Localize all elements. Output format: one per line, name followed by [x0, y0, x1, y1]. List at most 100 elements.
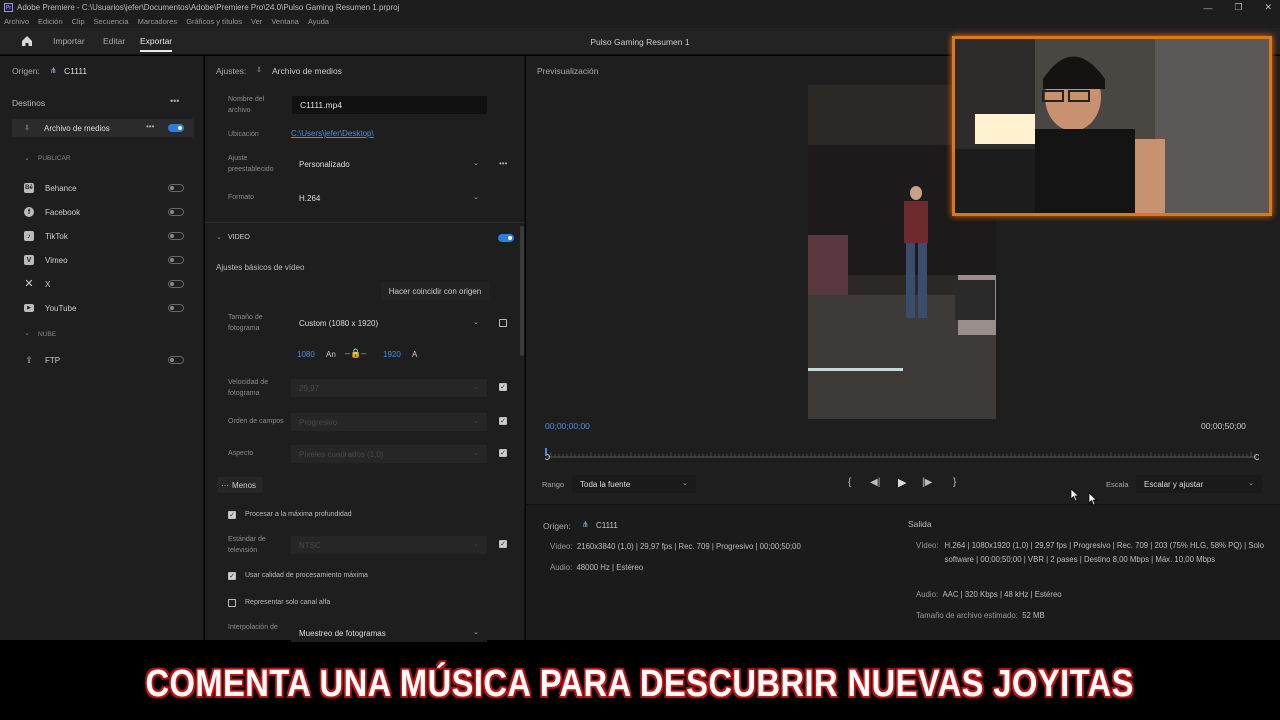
- chevron-down-icon[interactable]: ⌄: [216, 233, 222, 241]
- menu-ventana[interactable]: Ventana: [271, 17, 299, 26]
- settings-scrollbar[interactable]: [520, 226, 524, 356]
- menu-archivo[interactable]: Archivo: [4, 17, 29, 26]
- output-video-label: Vídeo:: [916, 541, 939, 550]
- timeline-ticks: [550, 452, 1252, 457]
- field-order-select[interactable]: Progresivo ⌄: [291, 413, 487, 431]
- facebook-icon: f: [24, 207, 34, 217]
- output-audio: Audio: AAC | 320 Kbps | 48 kHz | Estéreo: [916, 588, 1062, 602]
- youtube-toggle[interactable]: [168, 304, 184, 312]
- media-file-label: Archivo de medios: [44, 124, 110, 133]
- settings-label: Ajustes:: [216, 66, 247, 76]
- frame-size-select[interactable]: Custom (1080 x 1920) ⌄: [291, 314, 487, 332]
- publish-behance[interactable]: Bē Behance: [0, 180, 204, 198]
- menu-secuencia[interactable]: Secuencia: [94, 17, 129, 26]
- format-label: Formato: [228, 194, 255, 201]
- facebook-toggle[interactable]: [168, 208, 184, 216]
- range-select[interactable]: Toda la fuente ⌄: [572, 475, 696, 493]
- max-depth-checkbox[interactable]: ✓: [228, 511, 236, 519]
- cloud-ftp[interactable]: ⇪ FTP: [0, 352, 204, 370]
- ftp-toggle[interactable]: [168, 356, 184, 364]
- location-link[interactable]: C:\Users\jefer\Desktop\: [291, 129, 374, 138]
- behance-toggle[interactable]: [168, 184, 184, 192]
- aspect-select[interactable]: Píxeles cuadrados (1,0) ⌄: [291, 445, 487, 463]
- framerate-select[interactable]: 29,97 ⌄: [291, 379, 487, 397]
- field-order-checkbox[interactable]: ✓: [499, 417, 507, 425]
- maximize-button[interactable]: ❐: [1234, 2, 1242, 13]
- menu-clip[interactable]: Clip: [72, 17, 85, 26]
- scale-select[interactable]: Escalar y ajustar ⌄: [1136, 475, 1262, 493]
- video-toggle[interactable]: [498, 234, 514, 242]
- video-caption: COMENTA UNA MÚSICA PARA DESCUBRIR NUEVAS…: [0, 648, 1280, 720]
- vimeo-toggle[interactable]: [168, 256, 184, 264]
- step-forward-icon[interactable]: |▶: [922, 477, 932, 488]
- menu-ayuda[interactable]: Ayuda: [308, 17, 329, 26]
- alpha-only-checkbox[interactable]: [228, 599, 236, 607]
- publish-tiktok[interactable]: ♪ TikTok: [0, 228, 204, 246]
- lock-icon[interactable]: –🔒–: [345, 348, 366, 359]
- chevron-down-icon: ⌄: [473, 418, 479, 425]
- close-button[interactable]: ✕: [1264, 2, 1272, 13]
- frame-size-checkbox[interactable]: [499, 319, 507, 327]
- title-bar: Pr Adobe Premiere - C:\Usuarios\jefer\Do…: [0, 0, 1280, 15]
- chevron-down-icon: ⌄: [473, 541, 479, 548]
- timeline-scrubber[interactable]: [545, 448, 1259, 460]
- sequence-icon: ⋔: [50, 66, 57, 75]
- framerate-checkbox[interactable]: ✓: [499, 383, 507, 391]
- interpolation-select[interactable]: Muestreo de fotogramas ⌄: [291, 624, 487, 642]
- tv-standard-select[interactable]: NTSC ⌄: [291, 536, 487, 554]
- width-input[interactable]: 1080: [297, 350, 315, 359]
- tiktok-toggle[interactable]: [168, 232, 184, 240]
- video-section-label: VIDEO: [228, 234, 250, 241]
- menu-edicion[interactable]: Edición: [38, 17, 63, 26]
- tv-standard-checkbox[interactable]: ✓: [499, 540, 507, 548]
- height-input[interactable]: 1920: [383, 350, 401, 359]
- output-filesize-value: 52 MB: [1022, 611, 1045, 620]
- chevron-down-icon: ⌄: [473, 160, 479, 167]
- timecode-start[interactable]: 00;00;00;00: [545, 421, 590, 431]
- preset-select[interactable]: Personalizado ⌄: [291, 155, 487, 173]
- premiere-logo-icon: Pr: [4, 3, 13, 12]
- output-filesize: Tamaño de archivo estimado: 52 MB: [916, 609, 1045, 623]
- media-file-toggle[interactable]: [168, 124, 184, 132]
- destinations-more-icon[interactable]: •••: [170, 96, 179, 106]
- aspect-checkbox[interactable]: ✓: [499, 449, 507, 457]
- publish-facebook[interactable]: f Facebook: [0, 204, 204, 222]
- max-quality-checkbox[interactable]: ✓: [228, 572, 236, 580]
- publish-x[interactable]: ✕ X: [0, 276, 204, 294]
- menu-marcadores[interactable]: Marcadores: [138, 17, 178, 26]
- filename-input[interactable]: C1111.mp4: [292, 96, 487, 114]
- output-video: Vídeo: H.264 | 1080x1920 (1,0) | 29,97 fp…: [916, 539, 1266, 567]
- chevron-down-icon[interactable]: ⌄: [24, 154, 30, 162]
- chevron-down-icon[interactable]: ⌄: [24, 329, 30, 337]
- menu-graficos[interactable]: Gráficos y títulos: [186, 17, 242, 26]
- mark-out-icon[interactable]: }: [953, 477, 956, 488]
- less-button[interactable]: ··· Menos: [217, 477, 263, 493]
- alpha-only-label: Representar solo canal alfa: [245, 599, 331, 606]
- mouse-cursor-icon: [1070, 488, 1080, 502]
- summary-audio-label: Audio:: [550, 563, 573, 572]
- minimize-button[interactable]: —: [1203, 3, 1212, 13]
- scale-label: Escala: [1106, 480, 1129, 489]
- filename-label: Nombre del archivo: [228, 96, 265, 114]
- framerate-value: 29,97: [299, 383, 320, 393]
- chevron-down-icon: ⌄: [1248, 480, 1254, 487]
- playhead[interactable]: [545, 448, 547, 456]
- x-toggle[interactable]: [168, 280, 184, 288]
- mark-in-icon[interactable]: {: [848, 477, 851, 488]
- publish-vimeo[interactable]: V Vimeo: [0, 252, 204, 270]
- settings-value: Archivo de medios: [272, 66, 342, 76]
- play-icon[interactable]: ▶: [898, 476, 906, 489]
- step-back-icon[interactable]: ◀|: [870, 477, 880, 488]
- range-label: Rango: [542, 480, 565, 489]
- summary-video: Vídeo: 2160x3840 (1,0) | 29,97 fps | Rec…: [550, 540, 801, 554]
- preset-more-icon[interactable]: •••: [499, 159, 507, 168]
- chevron-down-icon: ⌄: [473, 319, 479, 326]
- export-file-icon: ⇩: [24, 125, 30, 132]
- summary-origin-value: C1111: [596, 521, 618, 530]
- publish-youtube[interactable]: ▶ YouTube: [0, 300, 204, 318]
- media-file-more-icon[interactable]: •••: [146, 122, 154, 131]
- destination-media-file[interactable]: ⇩ Archivo de medios •••: [12, 119, 194, 137]
- format-select[interactable]: H.264 ⌄: [291, 189, 487, 207]
- menu-ver[interactable]: Ver: [251, 17, 262, 26]
- match-source-button[interactable]: Hacer coincidir con origen: [381, 282, 489, 300]
